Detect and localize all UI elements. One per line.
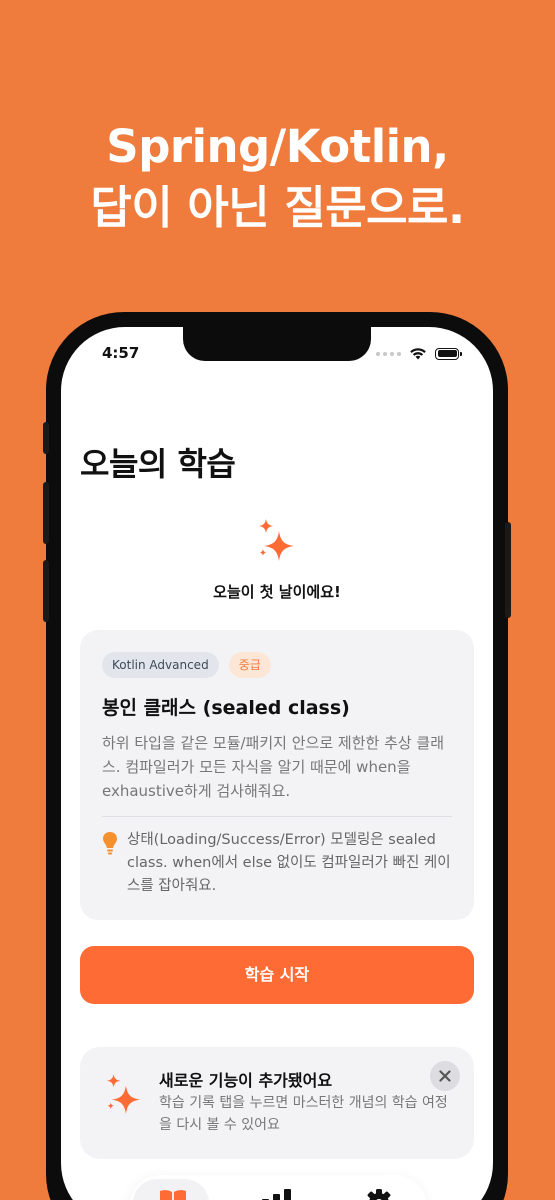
headline-line-1: Spring/Kotlin, [106, 120, 449, 173]
sparkles-icon [259, 519, 294, 561]
card-divider [102, 816, 452, 817]
wifi-icon [410, 348, 426, 360]
tab-stats[interactable] [237, 1175, 317, 1200]
lesson-description: 하위 타입을 같은 모듈/패키지 안으로 제한한 추상 클래스. 컴파일러가 모… [102, 734, 445, 800]
page-title: 오늘의 학습 [80, 445, 236, 483]
tab-learn[interactable] [133, 1175, 213, 1200]
lesson-title: 봉인 클래스 (sealed class) [102, 697, 350, 719]
lesson-card[interactable]: Kotlin Advanced 중급 봉인 클래스 (sealed class)… [80, 630, 474, 920]
tab-bar [129, 1175, 427, 1200]
lesson-tags: Kotlin Advanced 중급 [102, 652, 271, 678]
phone-frame: 4:57 오늘의 학습 오늘이 첫 날이에요! Kotlin Advanced … [43, 312, 511, 1200]
volume-up-button [43, 482, 49, 544]
lesson-tip: 상태(Loading/Success/Error) 모델링은 sealed cl… [127, 832, 451, 894]
mute-switch [43, 422, 49, 454]
start-learning-button[interactable]: 학습 시작 [80, 946, 474, 1004]
lightbulb-icon [103, 832, 117, 855]
status-icons [376, 347, 462, 360]
volume-down-button [43, 560, 49, 622]
status-time: 4:57 [102, 344, 140, 362]
power-button [505, 522, 511, 618]
banner-description: 학습 기록 탭을 누르면 마스터한 개념의 학습 여정을 다시 볼 수 있어요 [159, 1095, 448, 1133]
close-icon [439, 1070, 451, 1082]
marketing-headline: Spring/Kotlin, 답이 아닌 질문으로. [0, 118, 555, 240]
tab-settings[interactable] [339, 1175, 419, 1200]
greeting-text: 오늘이 첫 날이에요! [213, 583, 341, 601]
gear-icon [367, 1189, 391, 1200]
bar-chart-icon [262, 1189, 291, 1200]
new-feature-banner[interactable]: 새로운 기능이 추가됐어요 학습 기록 탭을 누르면 마스터한 개념의 학습 여… [80, 1047, 474, 1159]
headline-line-2: 답이 아닌 질문으로. [90, 181, 465, 234]
signal-dots-icon [376, 351, 401, 356]
battery-icon [435, 347, 462, 360]
sparkles-icon [106, 1074, 141, 1114]
close-banner-button[interactable] [430, 1061, 460, 1091]
notch [183, 327, 371, 361]
book-icon [160, 1190, 186, 1200]
topic-tag: Kotlin Advanced [102, 652, 219, 678]
app-screen: 4:57 오늘의 학습 오늘이 첫 날이에요! Kotlin Advanced … [61, 327, 493, 1200]
banner-title: 새로운 기능이 추가됐어요 [159, 1071, 333, 1090]
level-tag: 중급 [228, 652, 271, 678]
